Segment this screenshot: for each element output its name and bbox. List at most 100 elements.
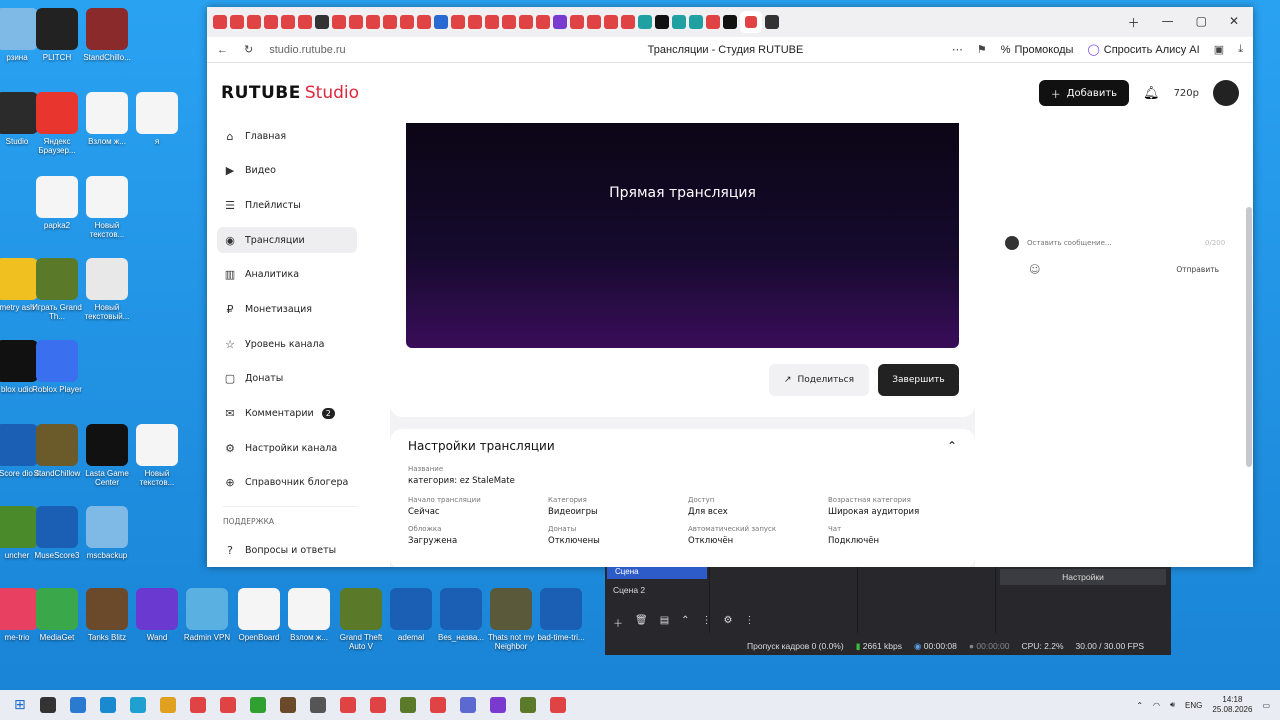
browser-tab[interactable] (723, 15, 737, 29)
browser-tab[interactable] (332, 15, 346, 29)
more-icon[interactable]: ⋯ (952, 43, 963, 56)
promo-button[interactable]: % Промокоды (1001, 44, 1074, 56)
chevron-up-icon[interactable]: ⌃ (947, 439, 957, 453)
taskbar-app-icon[interactable] (549, 697, 566, 713)
sidebar-item-faq[interactable]: ? Вопросы и ответы (217, 538, 357, 564)
browser-tab[interactable] (434, 15, 448, 29)
volume-icon[interactable]: 🔊︎ (1170, 700, 1175, 710)
taskbar-app-icon[interactable] (399, 697, 416, 713)
sidebar-item[interactable]: ⌂ Главная (217, 123, 357, 149)
browser-tab[interactable] (468, 15, 482, 29)
chevron-up-icon[interactable]: ⌃ (1136, 701, 1143, 710)
taskbar-app-icon[interactable] (519, 697, 536, 713)
taskbar-app-icon[interactable] (189, 697, 206, 713)
taskbar-app-icon[interactable] (219, 697, 236, 713)
clock[interactable]: 14:18 25.08.2026 (1212, 695, 1252, 715)
notifications-icon[interactable]: ▭ (1262, 701, 1270, 710)
emoji-icon[interactable]: ☺ (1029, 263, 1040, 276)
link-icon[interactable]: ⚙ (724, 615, 733, 630)
browser-tab[interactable] (213, 15, 227, 29)
bell-icon[interactable]: 🔔︎ (1143, 86, 1160, 101)
sidebar-item[interactable]: ₽ Монетизация (217, 296, 357, 322)
browser-tab[interactable] (689, 15, 703, 29)
desktop-icon[interactable]: Новый текстовый... (78, 258, 136, 338)
new-tab-icon[interactable]: ＋ (1128, 14, 1140, 31)
browser-tab[interactable] (655, 15, 669, 29)
browser-tab[interactable] (672, 15, 686, 29)
browser-tab[interactable] (502, 15, 516, 29)
avatar[interactable] (1213, 80, 1239, 106)
browser-tab[interactable] (315, 15, 329, 29)
end-stream-button[interactable]: Завершить (878, 364, 959, 396)
quality-label[interactable]: 720p (1174, 88, 1199, 99)
sidebar-item[interactable]: ▢ Донаты (217, 366, 357, 392)
desktop-icon[interactable]: StandChillo... (78, 8, 136, 88)
sidebar-item[interactable]: ✉ Комментарии 2 (217, 401, 357, 427)
browser-tab[interactable] (264, 15, 278, 29)
sidebar-item[interactable]: ▶ Видео (217, 158, 357, 184)
browser-tab[interactable] (570, 15, 584, 29)
alice-button[interactable]: ◯ Спросить Алису AI (1087, 43, 1199, 57)
taskbar-app-icon[interactable] (129, 697, 146, 713)
browser-tab[interactable] (587, 15, 601, 29)
studio-logo[interactable]: RUTUBE Studio (221, 83, 359, 103)
browser-tab[interactable] (417, 15, 431, 29)
share-button[interactable]: ↗ Поделиться (769, 364, 869, 396)
browser-tab[interactable] (553, 15, 567, 29)
minimize-icon[interactable]: — (1162, 14, 1174, 31)
scene-item-1[interactable]: Сцена (607, 567, 707, 579)
browser-tab[interactable] (400, 15, 414, 29)
move-up-icon[interactable]: ⌃ (681, 615, 689, 630)
browser-tab[interactable] (366, 15, 380, 29)
sidebar-item[interactable]: ☆ Уровень канала (217, 331, 357, 357)
browser-tab[interactable] (519, 15, 533, 29)
desktop-icon[interactable]: я (128, 92, 186, 172)
add-button[interactable]: ＋ Добавить (1038, 80, 1130, 106)
delete-scene-icon[interactable]: 🗑︎ (635, 615, 648, 630)
maximize-icon[interactable]: ▢ (1196, 14, 1207, 31)
download-icon[interactable]: ⤓ (1238, 43, 1243, 56)
browser-tab[interactable] (638, 15, 652, 29)
lang-indicator[interactable]: ENG (1185, 701, 1202, 710)
browser-tab[interactable] (485, 15, 499, 29)
browser-tab[interactable] (298, 15, 312, 29)
filter-icon[interactable]: ▤ (660, 615, 669, 630)
more-vertical-icon[interactable]: ⋮ (745, 615, 755, 630)
taskbar-app-icon[interactable] (69, 697, 86, 713)
obs-settings-button[interactable]: Настройки (1000, 569, 1166, 585)
bookmark-icon[interactable]: ⚑ (977, 43, 987, 56)
taskbar-app-icon[interactable] (159, 697, 176, 713)
add-scene-icon[interactable]: ＋ (613, 615, 623, 630)
desktop-icon[interactable]: Radmin VPN (178, 588, 236, 668)
scrollbar[interactable] (1246, 207, 1252, 467)
taskbar-app-icon[interactable] (309, 697, 326, 713)
browser-tab[interactable] (706, 15, 720, 29)
taskbar-app-icon[interactable] (369, 697, 386, 713)
browser-tab[interactable] (604, 15, 618, 29)
sidebar-item[interactable]: ▥ Аналитика (217, 262, 357, 288)
taskbar-app-icon[interactable] (429, 697, 446, 713)
desktop-icon[interactable]: Новый текстов... (78, 176, 136, 256)
browser-tab[interactable] (349, 15, 363, 29)
back-icon[interactable]: ← (217, 44, 228, 56)
chat-input[interactable] (1027, 235, 1197, 251)
browser-tab[interactable] (383, 15, 397, 29)
desktop-icon[interactable]: Взлом ж... (280, 588, 338, 668)
sidebar-item[interactable]: ⊕ Справочник блогера (217, 470, 357, 496)
sidebar-item[interactable]: ◉ Трансляции (217, 227, 357, 254)
extensions-icon[interactable]: ▣ (1214, 43, 1224, 56)
browser-tab[interactable] (765, 15, 779, 29)
desktop-icon[interactable]: bad-time-tri... (532, 588, 590, 668)
active-tab[interactable] (740, 11, 762, 33)
desktop-icon[interactable]: Новый текстов... (128, 424, 186, 504)
browser-tab[interactable] (451, 15, 465, 29)
taskbar-app-icon[interactable] (99, 697, 116, 713)
browser-tab[interactable] (536, 15, 550, 29)
taskbar-app-icon[interactable] (249, 697, 266, 713)
chat-send-button[interactable]: Отправить (1176, 265, 1219, 274)
taskbar-app-icon[interactable] (279, 697, 296, 713)
browser-tab[interactable] (247, 15, 261, 29)
video-player[interactable]: Прямая трансляция (406, 123, 959, 348)
refresh-icon[interactable]: ↻ (244, 43, 253, 56)
taskbar-app-icon[interactable] (39, 697, 56, 713)
